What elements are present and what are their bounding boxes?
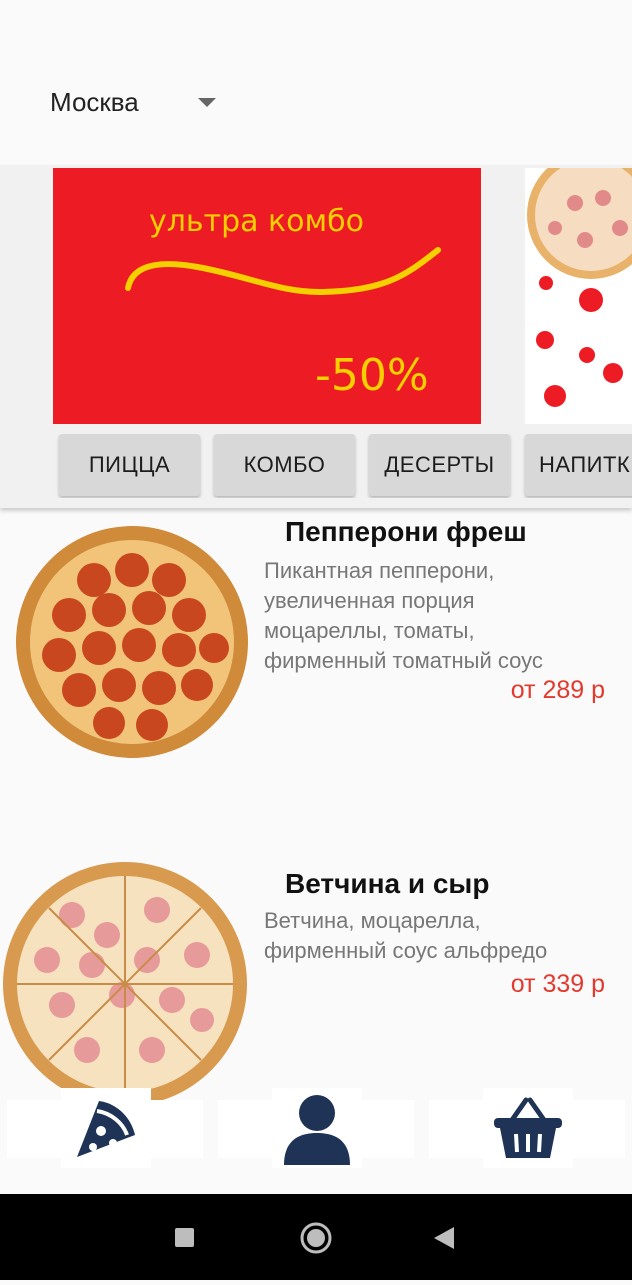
product-card[interactable]: Ветчина и сыр Ветчина, моцарелла, фирмен… [0,860,632,1100]
product-card[interactable]: Пепперони фреш Пикантная пепперони, увел… [0,510,632,830]
category-pizza-button[interactable]: ПИЦЦА [59,434,200,496]
nav-tab-cart[interactable] [429,1088,625,1168]
back-triangle-icon[interactable] [434,1227,454,1249]
category-tabs: ПИЦЦА КОМБО ДЕСЕРТЫ НАПИТКИ [0,434,632,498]
category-drinks-button[interactable]: НАПИТКИ [525,434,632,496]
basket-icon [483,1088,573,1168]
pepperoni-pizza-image [16,526,248,758]
product-description: Пикантная пепперони, увеличенная порция … [264,558,543,673]
banner-discount: -50% [315,350,429,401]
arrow-drop-down-icon [198,98,216,107]
banner-title: ультра комбо [149,204,365,239]
home-circle-icon[interactable] [300,1222,332,1254]
ham-cheese-pizza-image [3,862,247,1100]
promo-banner-pizza[interactable] [525,168,632,424]
city-selector[interactable]: Москва [50,80,216,124]
product-price[interactable]: от 289 р [511,676,605,705]
nav-tab-menu[interactable] [7,1088,203,1168]
promo-panel: ультра комбо -50% ПИЦЦА КОМБО ДЕСЕРТЫ НА… [0,165,632,508]
user-icon [272,1088,362,1168]
product-title: Пепперони фреш [285,516,527,547]
system-navigation-bar [0,1194,632,1280]
promo-banner-ultra-combo[interactable]: ультра комбо -50% [53,168,481,424]
city-name: Москва [50,86,139,117]
pizza-banner-image [527,168,632,407]
bottom-navigation [0,1088,632,1194]
pizza-slice-icon [61,1088,151,1168]
nav-tab-profile[interactable] [218,1088,414,1168]
category-desserts-button[interactable]: ДЕСЕРТЫ [369,434,510,496]
product-price[interactable]: от 339 р [511,970,605,999]
product-title: Ветчина и сыр [285,868,490,899]
category-combo-button[interactable]: КОМБО [214,434,355,496]
product-description: Ветчина, моцарелла, фирменный соус альфр… [264,908,548,963]
recents-square-icon[interactable] [175,1228,194,1247]
